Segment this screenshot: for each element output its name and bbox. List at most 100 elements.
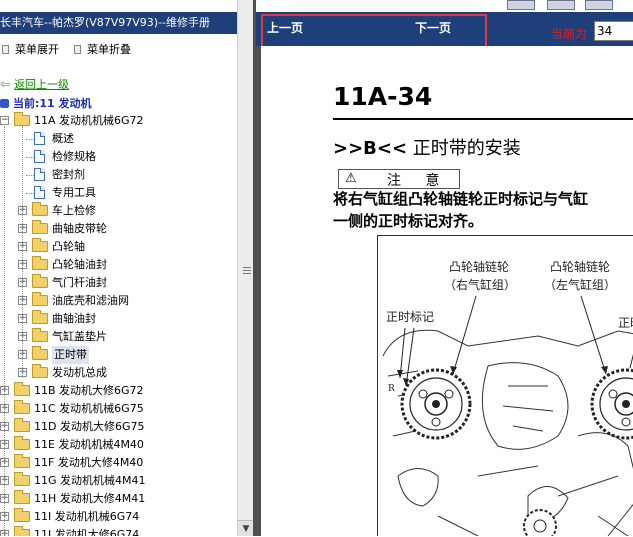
tree-item-label: 检修规格	[52, 150, 96, 163]
collapse-menu-button[interactable]: 菜单折叠	[74, 41, 131, 57]
left-bank-label: （左气缸组）	[544, 278, 617, 292]
tree-item-label: 11C 发动机机械6G75	[34, 402, 144, 415]
tree-item[interactable]: + 正时带	[0, 346, 237, 364]
folder-icon	[32, 256, 48, 270]
right-bank-label: （右气缸组）	[444, 278, 517, 292]
tree-item[interactable]: +11B 发动机大修6G72	[0, 382, 237, 400]
expand-menu-label: 菜单展开	[15, 43, 59, 56]
tree-item[interactable]: +11C 发动机机械6G75	[0, 400, 237, 418]
body-text-line-1: 将右气缸组凸轮轴链轮正时标记与气缸	[333, 190, 589, 208]
tree-item-label: 11G 发动机机械4M41	[34, 474, 146, 487]
folder-icon	[32, 346, 48, 360]
manual-title: 长丰汽车--帕杰罗(V87V97V93)--维修手册	[0, 12, 237, 34]
tree-item-label: 11H 发动机大修4M41	[34, 492, 146, 505]
folder-icon	[14, 400, 30, 414]
tree-item-label: 11F 发动机大修4M40	[34, 456, 144, 469]
document-icon	[34, 186, 45, 199]
caution-label: 注 意	[387, 173, 450, 189]
prev-page-link[interactable]: 上一页	[267, 19, 303, 36]
caution-box: ⚠ 注 意	[338, 169, 460, 189]
timing-belt-figure: 凸轮轴链轮 （右气缸组） 凸轮轴链轮 （左气缸组） 正时标记 正时 R	[377, 235, 633, 536]
section-title: 正时带的安装	[412, 138, 521, 159]
tree-item[interactable]: +11J 发动机大修6G74	[0, 526, 237, 536]
tree-item-label: 11A 发动机机械6G72	[34, 114, 144, 127]
tree-item[interactable]: +11I 发动机机械6G74	[0, 508, 237, 526]
tree-item[interactable]: 密封剂	[0, 166, 237, 184]
section-marker: >>B<<	[333, 138, 408, 159]
collapse-icon[interactable]: −	[0, 116, 9, 125]
folder-icon	[14, 436, 30, 450]
tree-item[interactable]: +11F 发动机大修4M40	[0, 454, 237, 472]
window-button-icon[interactable]	[507, 0, 535, 10]
heading-rule	[333, 118, 633, 120]
folder-icon	[14, 472, 30, 486]
tree-item-label: 专用工具	[52, 186, 96, 199]
right-sprocket	[400, 368, 472, 440]
warning-icon: ⚠	[345, 171, 357, 186]
window-button-icon[interactable]	[585, 0, 613, 10]
folder-icon	[14, 382, 30, 396]
tree-item[interactable]: + 油底壳和滤油网	[0, 292, 237, 310]
tree-item-label: 正时带	[52, 346, 89, 364]
tree-item-label: 车上检修	[52, 204, 96, 217]
folder-icon	[32, 328, 48, 342]
tree-item[interactable]: + 车上检修	[0, 202, 237, 220]
tree-item[interactable]: + 曲轴油封	[0, 310, 237, 328]
back-arrow-icon: ⇦	[0, 77, 11, 91]
document-icon	[34, 132, 45, 145]
document-icon	[34, 150, 45, 163]
tree-item-label: 概述	[52, 132, 74, 145]
tree-item[interactable]: + 曲轴皮带轮	[0, 220, 237, 238]
tree-item[interactable]: +11G 发动机机械4M41	[0, 472, 237, 490]
tree-item-label: 11I 发动机机械6G74	[34, 510, 140, 523]
folder-icon	[14, 526, 30, 536]
back-link[interactable]: ⇦ 返回上一级	[0, 76, 69, 92]
folder-icon	[14, 490, 30, 504]
tree-item[interactable]: + 气缸盖垫片	[0, 328, 237, 346]
tree-item-label: 气缸盖垫片	[52, 330, 107, 343]
page-number-input[interactable]	[594, 21, 633, 41]
tree-item[interactable]: +11E 发动机机械4M40	[0, 436, 237, 454]
body-text-line-2: 一侧的正时标记对齐。	[333, 212, 484, 230]
tree-item[interactable]: 检修规格	[0, 148, 237, 166]
expand-menu-button[interactable]: 菜单展开	[2, 41, 59, 57]
tree-item[interactable]: + 发动机总成	[0, 364, 237, 382]
tree-item[interactable]: + 凸轮轴	[0, 238, 237, 256]
window-button-icon[interactable]	[547, 0, 575, 10]
back-link-label: 返回上一级	[14, 78, 70, 91]
scroll-down-icon[interactable]: ▼	[238, 520, 254, 536]
tree-item[interactable]: 专用工具	[0, 184, 237, 202]
folder-icon	[32, 364, 48, 378]
tree-item-label: 气门杆油封	[52, 276, 107, 289]
navigation-pane: 长丰汽车--帕杰罗(V87V97V93)--维修手册 菜单展开 菜单折叠 ⇦ 返回…	[0, 0, 237, 536]
tree-item[interactable]: + 气门杆油封	[0, 274, 237, 292]
right-sprocket-label: 凸轮轴链轮	[449, 260, 510, 274]
tree-item[interactable]: +11H 发动机大修4M41	[0, 490, 237, 508]
tree-scrollbar[interactable]: ▼	[237, 0, 254, 536]
r-mark-label: R	[388, 384, 395, 394]
document-icon	[34, 168, 45, 181]
tree-item-label: 密封剂	[52, 168, 85, 181]
section-heading: >>B<< 正时带的安装	[333, 134, 521, 160]
tree-item-label: 曲轴皮带轮	[52, 222, 107, 235]
document-pane: 上一页 下一页 当前为 11A-34 >>B<< 正时带的安装 ⚠ 注 意 将右…	[253, 0, 633, 536]
tree-item-label: 11E 发动机机械4M40	[34, 438, 144, 451]
collapse-menu-label: 菜单折叠	[87, 43, 131, 56]
left-sprocket	[590, 368, 633, 440]
tree-item[interactable]: + 凸轮轴油封	[0, 256, 237, 274]
tree-item[interactable]: +11D 发动机大修6G75	[0, 418, 237, 436]
folder-icon	[32, 220, 48, 234]
folder-icon	[32, 292, 48, 306]
tree-item-label: 油底壳和滤油网	[52, 294, 129, 307]
tree-item[interactable]: − 11A 发动机机械6G72	[0, 112, 237, 130]
next-page-link[interactable]: 下一页	[415, 19, 451, 36]
folder-icon	[14, 418, 30, 432]
current-section-label: 当前:11 发动机	[13, 97, 92, 110]
folder-icon	[14, 508, 30, 522]
manual-page: 11A-34 >>B<< 正时带的安装 ⚠ 注 意 将右气缸组凸轮轴链轮正时标记…	[261, 46, 633, 536]
tree-item-label: 11D 发动机大修6G75	[34, 420, 145, 433]
current-section: 当前:11 发动机	[0, 95, 92, 111]
tree-item[interactable]: 概述	[0, 130, 237, 148]
scrollbar-grip[interactable]	[240, 264, 251, 280]
tree-item-label: 凸轮轴油封	[52, 258, 107, 271]
